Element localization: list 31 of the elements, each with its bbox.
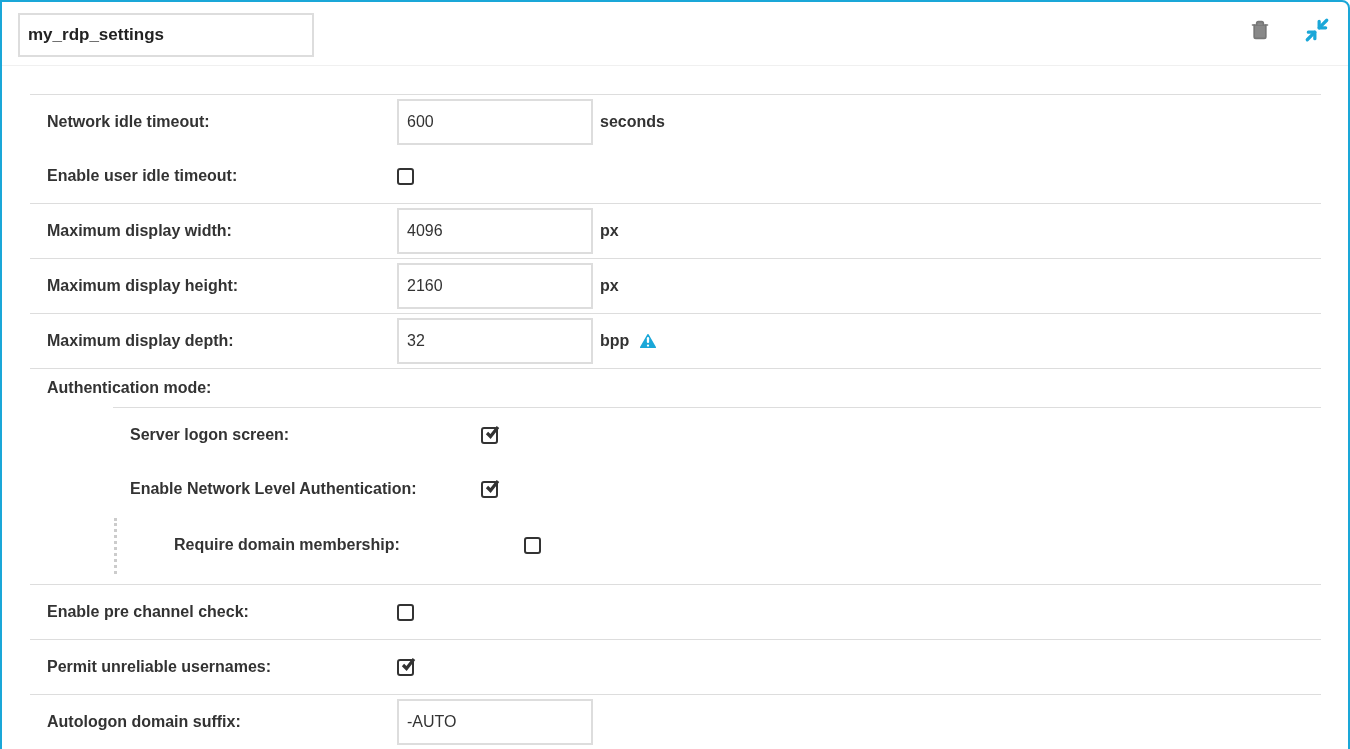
field-label: Autologon domain suffix:: [47, 712, 242, 732]
field-label: Network idle timeout:: [47, 112, 211, 132]
unit-label: seconds: [600, 112, 665, 132]
checkbox[interactable]: [481, 480, 498, 498]
input-field[interactable]: 32: [397, 318, 593, 364]
unit-label: bpp: [600, 331, 630, 351]
field-label: Require domain membership:: [174, 535, 401, 555]
dotted-guide: [114, 518, 117, 574]
input-field[interactable]: 600: [397, 99, 593, 145]
field-label: Maximum display width:: [47, 221, 233, 241]
name-field[interactable]: my_rdp_settings: [18, 13, 314, 57]
checkbox[interactable]: [397, 658, 414, 676]
input-field[interactable]: 4096: [397, 208, 593, 254]
checkbox[interactable]: [397, 167, 414, 185]
unit-label: px: [600, 276, 619, 296]
checkbox[interactable]: [481, 426, 498, 444]
input-field[interactable]: -AUTO: [397, 699, 593, 745]
field-label: Enable pre channel check:: [47, 602, 250, 622]
checkbox[interactable]: [397, 603, 414, 621]
field-label: Server logon screen:: [130, 425, 291, 445]
field-label: Maximum display height:: [47, 276, 240, 296]
field-label: Enable Network Level Authentication:: [130, 479, 418, 499]
input-field[interactable]: 2160: [397, 263, 593, 309]
delete-icon[interactable]: [1250, 20, 1270, 40]
field-label: Maximum display depth:: [47, 331, 235, 351]
collapse-icon[interactable]: [1304, 17, 1330, 43]
field-label: Enable user idle timeout:: [47, 166, 239, 186]
section-heading: Authentication mode:: [47, 378, 212, 398]
unit-label: px: [600, 221, 619, 241]
field-label: Permit unreliable usernames:: [47, 657, 273, 677]
checkbox[interactable]: [524, 536, 541, 554]
